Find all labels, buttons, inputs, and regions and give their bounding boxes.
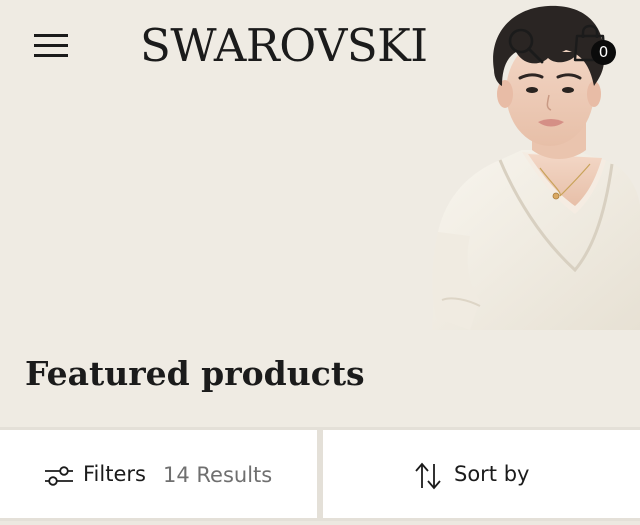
magnifier-search-icon[interactable]: [506, 26, 546, 66]
cart-button[interactable]: 0: [573, 24, 619, 68]
results-count: 14 Results: [163, 463, 273, 487]
brand-logo[interactable]: SWAROVSKI: [140, 18, 470, 74]
hamburger-menu-icon[interactable]: [34, 32, 70, 60]
sort-arrows-icon: [415, 462, 441, 490]
cart-count-badge: 0: [591, 40, 616, 65]
page-title: Featured products: [25, 354, 365, 393]
sliders-filter-icon: [45, 466, 73, 486]
site-header: SWAROVSKI 0: [0, 0, 640, 82]
sort-by-label: Sort by: [454, 462, 530, 486]
filter-sort-toolbar: Filters 14 Results Sort by: [0, 427, 640, 521]
filters-label: Filters: [83, 462, 146, 486]
filters-button[interactable]: Filters 14 Results: [0, 430, 317, 518]
sort-by-button[interactable]: Sort by: [323, 430, 640, 518]
divider: [0, 521, 640, 525]
